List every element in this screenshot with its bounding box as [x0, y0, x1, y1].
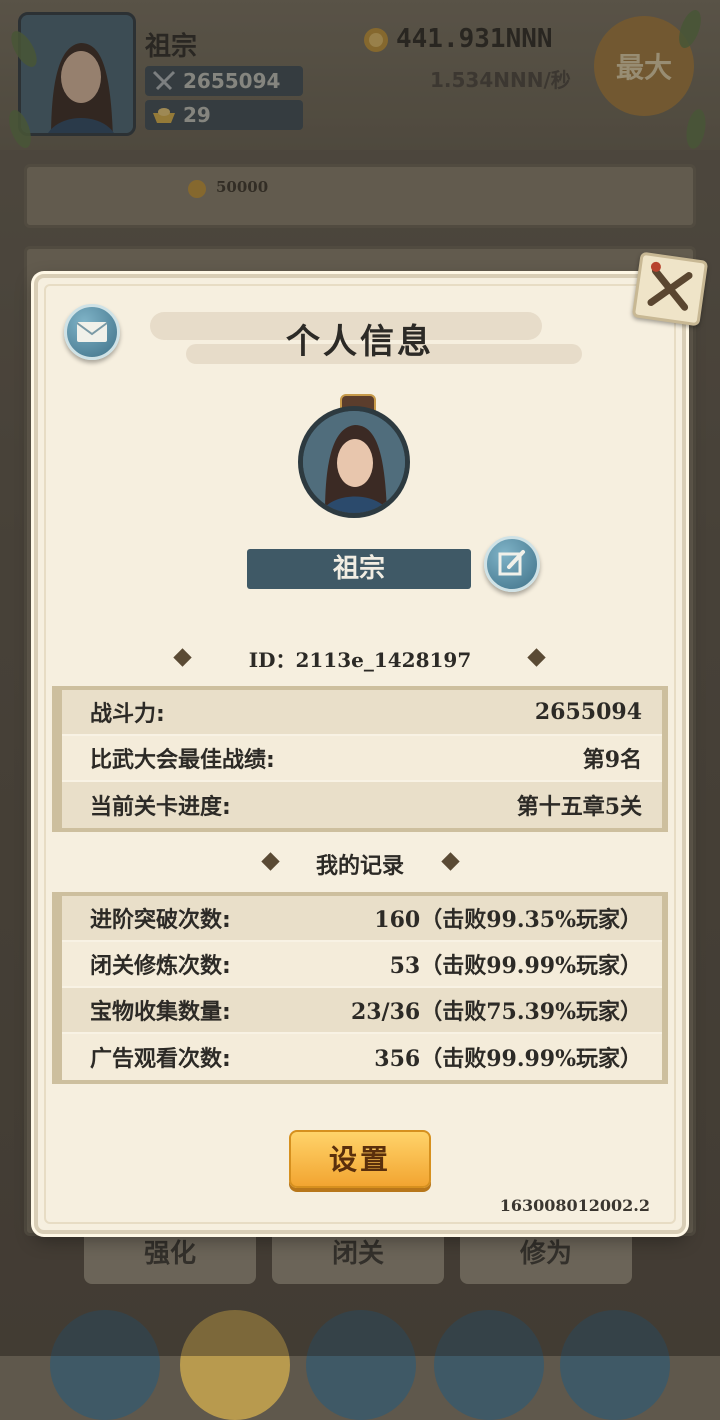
record-value: 53（击败99.99%玩家） — [389, 953, 642, 979]
stats-table: 战斗力: 2655094 比武大会最佳战绩: 第9名 当前关卡进度: 第十五章5… — [52, 686, 668, 832]
version-label: 163008012002.2 — [499, 1196, 650, 1215]
stat-value: 第9名 — [582, 747, 642, 773]
edit-name-button[interactable] — [484, 536, 540, 592]
stat-label: 当前关卡进度: — [90, 795, 231, 820]
stat-label: 比武大会最佳战绩: — [90, 748, 275, 773]
stat-value: 2655094 — [534, 699, 642, 725]
close-icon — [647, 261, 693, 311]
table-row: 闭关修炼次数: 53（击败99.99%玩家） — [62, 942, 662, 988]
settings-button[interactable]: 设置 — [289, 1130, 431, 1188]
close-button[interactable] — [631, 251, 709, 327]
stat-label: 战斗力: — [90, 702, 165, 727]
mail-icon — [76, 322, 108, 342]
avatar[interactable] — [298, 406, 410, 518]
player-id: ID：2113e_1428197 — [248, 648, 472, 672]
dialog-title: 个人信息 — [286, 322, 434, 362]
table-row: 当前关卡进度: 第十五章5关 — [62, 782, 662, 828]
records-title: 我的记录 — [315, 854, 404, 879]
table-row: 宝物收集数量: 23/36（击败75.39%玩家） — [62, 988, 662, 1034]
table-row: 比武大会最佳战绩: 第9名 — [62, 736, 662, 782]
table-row: 进阶突破次数: 160（击败99.35%玩家） — [62, 896, 662, 942]
player-name-plate: 祖宗 — [247, 549, 471, 589]
table-row: 战斗力: 2655094 — [62, 690, 662, 736]
stat-value: 第十五章5关 — [516, 794, 642, 820]
record-label: 闭关修炼次数: — [90, 954, 231, 979]
table-row: 广告观看次数: 356（击败99.99%玩家） — [62, 1034, 662, 1080]
record-label: 宝物收集数量: — [90, 1000, 231, 1025]
mail-button[interactable] — [64, 304, 120, 360]
record-label: 广告观看次数: — [90, 1047, 231, 1072]
record-value: 160（击败99.35%玩家） — [374, 907, 642, 933]
record-label: 进阶突破次数: — [90, 908, 231, 933]
records-table: 进阶突破次数: 160（击败99.35%玩家） 闭关修炼次数: 53（击败99.… — [52, 892, 668, 1084]
record-value: 356（击败99.99%玩家） — [374, 1046, 642, 1072]
record-value: 23/36（击败75.39%玩家） — [350, 999, 642, 1025]
avatar-art — [303, 411, 405, 513]
edit-icon — [498, 550, 525, 576]
